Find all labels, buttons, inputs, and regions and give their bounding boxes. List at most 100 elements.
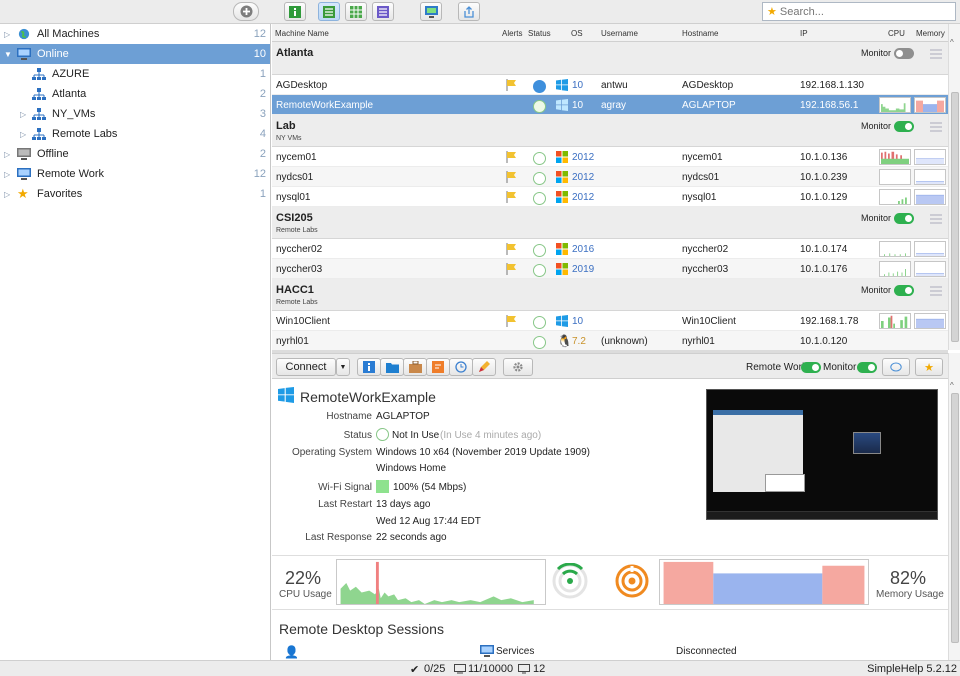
settings-sliders-icon[interactable] bbox=[930, 285, 942, 297]
cpu-usage-label: CPU Usage bbox=[279, 589, 332, 600]
sidebar-item-offline[interactable]: ▷ Offline 2 bbox=[0, 144, 270, 164]
expand-icon[interactable]: ▷ bbox=[4, 170, 13, 179]
table-row[interactable]: nyccher03 2019 nyccher03 10.1.0.176 bbox=[272, 259, 948, 279]
sidebar-item-remote-labs[interactable]: ▷ Remote Labs 4 bbox=[0, 124, 270, 144]
os-version: 10 bbox=[572, 100, 584, 111]
column-header-ip[interactable]: IP bbox=[800, 29, 808, 38]
detail-view-button[interactable] bbox=[372, 2, 394, 21]
script-button[interactable] bbox=[426, 358, 450, 376]
column-header-cpu[interactable]: CPU bbox=[888, 29, 905, 38]
column-header-machine-name[interactable]: Machine Name bbox=[275, 29, 329, 38]
screen-thumbnail[interactable] bbox=[706, 389, 938, 520]
add-button[interactable] bbox=[233, 2, 259, 21]
column-header-memory[interactable]: Memory bbox=[916, 29, 945, 38]
remote-work-toggle[interactable] bbox=[801, 362, 821, 373]
status-not-in-use-icon bbox=[533, 264, 546, 277]
expand-icon[interactable]: ▷ bbox=[4, 30, 13, 39]
column-header-os[interactable]: OS bbox=[571, 29, 583, 38]
tools-button[interactable] bbox=[403, 358, 427, 376]
expand-icon[interactable]: ▷ bbox=[20, 130, 29, 139]
grid-view-button[interactable] bbox=[345, 2, 367, 21]
settings-button[interactable] bbox=[503, 358, 533, 376]
sidebar-item-favorites[interactable]: ▷ ★ Favorites 1 bbox=[0, 184, 270, 204]
expand-icon[interactable]: ▷ bbox=[20, 110, 29, 119]
history-button[interactable] bbox=[449, 358, 473, 376]
scroll-up-icon[interactable]: ^ bbox=[950, 381, 954, 390]
table-row[interactable]: nycem01 2012 nycem01 10.1.0.136 bbox=[272, 147, 948, 167]
monitor-toggle[interactable] bbox=[857, 362, 877, 373]
os-version: 2012 bbox=[572, 192, 595, 203]
alert-flag-icon[interactable] bbox=[506, 79, 517, 91]
sidebar-item-atlanta[interactable]: Atlanta 2 bbox=[0, 84, 270, 104]
info-view-button[interactable] bbox=[284, 2, 306, 21]
expand-icon[interactable]: ▷ bbox=[4, 150, 13, 159]
export-button[interactable] bbox=[458, 2, 480, 21]
search-input[interactable] bbox=[779, 5, 950, 18]
monitor-view-button[interactable] bbox=[420, 2, 442, 21]
toggle-switch[interactable] bbox=[894, 285, 914, 297]
sidebar-item-azure[interactable]: AZURE 1 bbox=[0, 64, 270, 84]
favorite-button[interactable]: ★ bbox=[915, 358, 943, 376]
alert-flag-icon[interactable] bbox=[506, 243, 517, 255]
machine-name: nydcs01 bbox=[276, 172, 314, 183]
column-header-status[interactable]: Status bbox=[528, 29, 551, 38]
table-scrollbar[interactable]: ^ bbox=[948, 24, 960, 350]
table-row[interactable]: nysql01 2012 nysql01 10.1.0.129 bbox=[272, 187, 948, 207]
group-monitor-toggle[interactable]: Monitor bbox=[861, 121, 914, 133]
toggle-switch[interactable] bbox=[894, 213, 914, 225]
chat-button[interactable] bbox=[882, 358, 910, 376]
sidebar-item-ny-vms[interactable]: ▷ NY_VMs 3 bbox=[0, 104, 270, 124]
info-tab-button[interactable] bbox=[357, 358, 381, 376]
scrollbar-thumb[interactable] bbox=[951, 393, 959, 643]
toggle-switch[interactable] bbox=[894, 121, 914, 133]
expand-icon[interactable]: ▷ bbox=[4, 190, 13, 199]
column-header-hostname[interactable]: Hostname bbox=[682, 29, 718, 38]
table-row[interactable]: Win10Client 10 Win10Client 192.168.1.78 bbox=[272, 311, 948, 331]
scroll-up-icon[interactable]: ^ bbox=[950, 38, 954, 47]
alert-flag-icon[interactable] bbox=[506, 151, 517, 163]
machine-name: nysql01 bbox=[276, 192, 311, 203]
files-button[interactable] bbox=[380, 358, 404, 376]
detail-scrollbar[interactable]: ^ bbox=[948, 353, 960, 660]
settings-sliders-icon[interactable] bbox=[930, 121, 942, 133]
cpu-sparkline bbox=[879, 149, 911, 165]
collapse-icon[interactable]: ▼ bbox=[4, 50, 13, 59]
table-row[interactable]: nyccher02 2016 nyccher02 10.1.0.174 bbox=[272, 239, 948, 259]
table-row-selected[interactable]: RemoteWorkExample 10 agray AGLAPTOP 192.… bbox=[272, 95, 948, 115]
alert-flag-icon[interactable] bbox=[506, 191, 517, 203]
table-row[interactable]: nydcs01 2012 nydcs01 10.1.0.239 bbox=[272, 167, 948, 187]
alert-flag-icon[interactable] bbox=[506, 171, 517, 183]
settings-sliders-icon[interactable] bbox=[930, 213, 942, 225]
rdp-sessions-title: Remote Desktop Sessions bbox=[279, 621, 444, 637]
alert-flag-icon[interactable] bbox=[506, 315, 517, 327]
column-header-username[interactable]: Username bbox=[601, 29, 638, 38]
edit-button[interactable] bbox=[472, 358, 496, 376]
list-view-button[interactable] bbox=[318, 2, 340, 21]
sidebar-item-label: Online bbox=[37, 48, 69, 60]
settings-sliders-icon[interactable] bbox=[930, 48, 942, 60]
group-monitor-toggle[interactable]: Monitor bbox=[861, 213, 914, 225]
sidebar-item-count: 4 bbox=[259, 128, 266, 140]
table-row[interactable]: AGDesktop 10 antwu AGDesktop 192.168.1.1… bbox=[272, 75, 948, 95]
wifi-value: 100% (54 Mbps) bbox=[393, 482, 467, 493]
thumbnail-taskbar bbox=[707, 511, 937, 519]
column-header-alerts[interactable]: Alerts bbox=[502, 29, 522, 38]
group-header-atlanta[interactable]: Atlanta Monitor bbox=[272, 42, 948, 75]
group-header-csi205[interactable]: CSI205 Remote Labs Monitor bbox=[272, 207, 948, 239]
search-box[interactable]: ★ bbox=[762, 2, 956, 21]
group-header-lab[interactable]: Lab NY VMs Monitor bbox=[272, 115, 948, 147]
scrollbar-thumb[interactable] bbox=[951, 92, 959, 342]
group-header-hacc1[interactable]: HACC1 Remote Labs Monitor bbox=[272, 279, 948, 311]
hostname: AGDesktop bbox=[682, 80, 734, 91]
connect-dropdown-button[interactable]: ▼ bbox=[336, 358, 350, 376]
sidebar-item-remote-work[interactable]: ▷ Remote Work 12 bbox=[0, 164, 270, 184]
alert-flag-icon[interactable] bbox=[506, 263, 517, 275]
windows-logo-icon bbox=[556, 315, 568, 327]
group-monitor-toggle[interactable]: Monitor bbox=[861, 285, 914, 297]
toggle-switch[interactable] bbox=[894, 48, 914, 60]
sidebar-item-all-machines[interactable]: ▷ All Machines 12 bbox=[0, 24, 270, 44]
connect-button[interactable]: Connect bbox=[276, 358, 336, 376]
table-row[interactable]: nyrhl01 🐧 7.2 (unknown) nyrhl01 10.1.0.1… bbox=[272, 331, 948, 350]
group-monitor-toggle[interactable]: Monitor bbox=[861, 48, 914, 60]
sidebar-item-online[interactable]: ▼ Online 10 bbox=[0, 44, 270, 64]
